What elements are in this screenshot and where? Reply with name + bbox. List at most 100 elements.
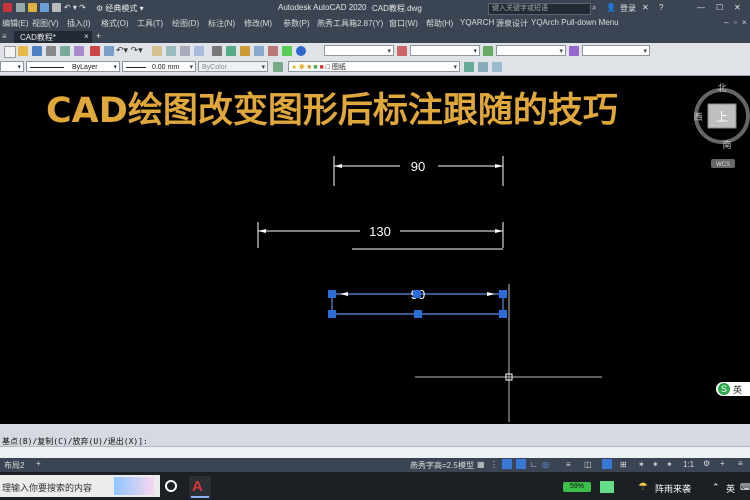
lineweight-select[interactable]: 0.00 mm ▾ (122, 61, 196, 72)
calculator-icon[interactable] (282, 46, 292, 56)
osnap-tracking-icon[interactable]: ◎ (542, 460, 549, 469)
task-view-icon[interactable] (165, 480, 177, 492)
text-style-select[interactable]: ▾ (324, 45, 394, 56)
table-style-icon[interactable] (483, 46, 493, 56)
plotstyle-select[interactable]: ByColor ▾ (198, 61, 268, 72)
workspace-selector[interactable]: ⚙ 经典模式 ▾ (96, 3, 144, 14)
plot-preview-icon[interactable] (60, 46, 70, 56)
minimize-button[interactable]: — (697, 3, 705, 12)
add-layout-button[interactable]: + (36, 459, 41, 468)
pan-icon[interactable] (152, 46, 162, 56)
autocad-logo-icon[interactable] (3, 3, 12, 12)
keyboard-icon[interactable]: ⌨ (740, 482, 750, 493)
scale-readout[interactable]: 1:1 (683, 460, 694, 469)
design-center-icon[interactable] (226, 46, 236, 56)
new-file-icon[interactable] (16, 3, 25, 12)
new-icon[interactable] (4, 46, 16, 58)
grip-text[interactable] (413, 290, 421, 298)
menu-item-yanxiu[interactable]: 燕秀工具箱2.87(Y) (317, 18, 383, 29)
transparency-icon[interactable]: ◫ (584, 460, 592, 469)
menu-item-yqarch-pulldown[interactable]: YQArch Pull-down Menu (531, 18, 619, 27)
menu-item-edit[interactable]: 编辑(E) (2, 18, 29, 29)
weather-icon[interactable]: ☂ (638, 480, 648, 493)
search-icon[interactable]: ⌕ (592, 3, 596, 13)
ortho-icon[interactable] (502, 459, 512, 469)
grip-bottom-left[interactable] (328, 310, 336, 318)
selection-cycling-icon[interactable] (602, 459, 612, 469)
tab-close-icon[interactable]: × (84, 32, 89, 41)
workspace-gear-icon[interactable]: ⚙ (703, 459, 710, 468)
undo-redo-icon[interactable]: ↶▾ ↷▾ (116, 45, 143, 56)
print-icon[interactable] (52, 3, 61, 12)
isodraft-icon[interactable]: ∟ (530, 460, 538, 469)
search-input[interactable]: 键入关键字或短语 (488, 3, 591, 15)
battery-indicator[interactable]: 59% (563, 482, 591, 492)
dim-style-icon[interactable] (397, 46, 407, 56)
tab-cad-tutorial[interactable]: CAD教程* × (14, 31, 92, 43)
save-icon[interactable] (40, 3, 49, 12)
publish-icon[interactable] (74, 46, 84, 56)
menu-item-insert[interactable]: 插入(I) (67, 18, 91, 29)
markup-icon[interactable] (268, 46, 278, 56)
tray-app-icon[interactable] (600, 481, 614, 493)
color-select[interactable]: ▾ (0, 61, 24, 72)
new-tab-button[interactable]: + (96, 31, 101, 41)
print-icon[interactable] (46, 46, 56, 56)
dimension-selected[interactable]: 90 (328, 287, 507, 318)
menu-item-draw[interactable]: 绘图(D) (172, 18, 199, 29)
dim-style-select[interactable]: ▾ (410, 45, 480, 56)
compass-north[interactable]: 北 (717, 83, 726, 94)
zoom-window-icon[interactable] (180, 46, 190, 56)
menu-item-yuanquan[interactable]: 源泉设计 (496, 18, 528, 29)
weather-text[interactable]: 阵雨来袭 (655, 482, 691, 495)
zoom-realtime-icon[interactable] (166, 46, 176, 56)
maximize-button[interactable]: ☐ (716, 3, 723, 12)
layer-state-icon[interactable] (492, 62, 502, 72)
help-icon[interactable]: ? (659, 3, 663, 12)
menu-item-parametric[interactable]: 参数(P) (283, 18, 310, 29)
save-icon[interactable] (32, 46, 42, 56)
linetype-select[interactable]: ByLayer ▾ (26, 61, 120, 72)
close-button[interactable]: ✕ (734, 3, 741, 12)
drawing-svg[interactable]: 90 130 90 上 北 西 南 (0, 76, 750, 424)
compass-west[interactable]: 西 (693, 112, 702, 123)
annotation-scale[interactable]: 燕秀字高=2.5 (410, 460, 458, 471)
ime-badge[interactable]: S 英 (716, 382, 750, 396)
compass-south[interactable]: 南 (722, 139, 731, 151)
user-icon[interactable]: 👤 (606, 3, 616, 12)
customize-icon[interactable]: ≡ (738, 459, 743, 468)
menu-item-format[interactable]: 格式(O) (101, 18, 129, 29)
mleader-style-icon[interactable] (569, 46, 579, 56)
annotation-visibility-icon[interactable]: ✶ (638, 460, 645, 469)
make-current-layer-icon[interactable] (464, 62, 474, 72)
start-tab-icon[interactable]: ≡ (2, 32, 7, 41)
grip-bottom-right[interactable] (499, 310, 507, 318)
menu-item-dimension[interactable]: 标注(N) (208, 18, 235, 29)
menu-item-help[interactable]: 帮助(H) (426, 18, 453, 29)
menu-item-modify[interactable]: 修改(M) (244, 18, 272, 29)
dimension-middle[interactable]: 130 (257, 222, 504, 250)
window-minimize-icon[interactable]: – (724, 18, 728, 27)
viewcube[interactable]: 上 北 西 南 WCS (693, 83, 750, 168)
dynamic-ucs-icon[interactable]: ⊞ (620, 460, 627, 469)
grip-right[interactable] (499, 290, 507, 298)
layer-previous-icon[interactable] (478, 62, 488, 72)
snap-icon[interactable]: ⋮ (490, 460, 498, 469)
copy-icon[interactable] (104, 46, 114, 56)
mleader-style-select[interactable]: ▾ (582, 45, 650, 56)
grip-bottom-mid[interactable] (414, 310, 422, 318)
grid-icon[interactable]: ▦ (477, 460, 485, 469)
window-close-icon[interactable]: × (742, 18, 747, 27)
window-restore-icon[interactable]: ▫ (734, 18, 737, 27)
cut-icon[interactable] (90, 46, 100, 56)
dimension-top[interactable]: 90 (333, 156, 504, 186)
properties-icon[interactable] (212, 46, 222, 56)
add-icon[interactable]: + (720, 459, 725, 468)
polar-icon[interactable] (516, 459, 526, 469)
taskbar-autocad[interactable]: A (189, 476, 211, 498)
annotation-scale-icon[interactable]: ✶ (666, 460, 673, 469)
exchange-icon[interactable]: ✕ (642, 3, 649, 12)
sheet-set-icon[interactable] (254, 46, 264, 56)
table-style-select[interactable]: ▾ (496, 45, 566, 56)
login-link[interactable]: 登录 (620, 3, 636, 14)
